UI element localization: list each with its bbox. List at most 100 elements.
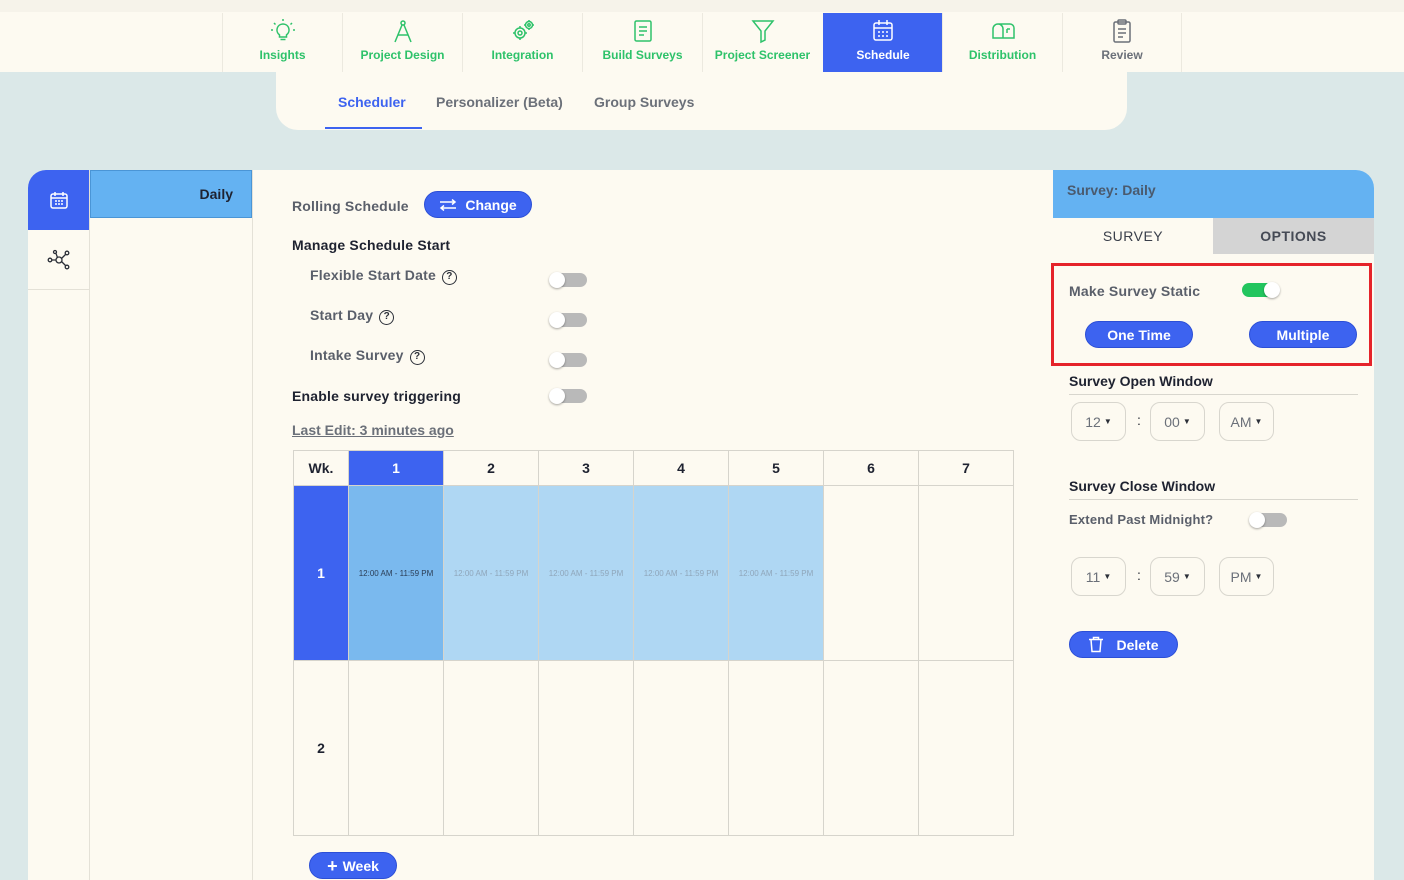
schedule-slot[interactable]: 12:00 AM - 11:59 PM xyxy=(633,485,729,661)
schedule-panel: Rolling Schedule Change Manage Schedule … xyxy=(253,170,1053,880)
network-icon xyxy=(47,249,69,269)
nav-integration[interactable]: Integration xyxy=(462,13,582,72)
filter-icon xyxy=(750,20,775,44)
survey-list-item-daily[interactable]: Daily xyxy=(90,170,252,218)
calendar-icon xyxy=(49,192,68,209)
help-icon[interactable]: ? xyxy=(379,310,395,325)
change-button-label: Change xyxy=(465,196,517,213)
help-icon[interactable]: ? xyxy=(409,350,425,365)
schedule-slot[interactable]: 12:00 AM - 11:59 PM xyxy=(348,485,444,661)
enable-survey-triggering-toggle[interactable] xyxy=(549,388,587,404)
survey-settings-panel: Survey: Daily SURVEY OPTIONS Make Survey… xyxy=(1051,170,1374,880)
tab-scheduler[interactable]: Scheduler xyxy=(338,94,406,110)
nav-schedule[interactable]: Schedule xyxy=(823,13,943,72)
day-header[interactable]: 7 xyxy=(918,450,1014,486)
empty-slot[interactable] xyxy=(918,660,1014,836)
open-ampm-select[interactable]: AM ▼ xyxy=(1219,402,1274,441)
delete-button[interactable]: Delete xyxy=(1069,631,1178,658)
swap-arrows-icon xyxy=(440,198,457,211)
one-time-button[interactable]: One Time xyxy=(1085,321,1193,348)
plus-icon: + xyxy=(327,855,338,876)
tab-group-surveys[interactable]: Group Surveys xyxy=(594,94,694,110)
nav-project-design-label: Project Design xyxy=(360,48,445,62)
open-hour-value: 12 xyxy=(1085,413,1101,430)
close-minute-select[interactable]: 59 ▼ xyxy=(1150,557,1205,596)
open-hour-select[interactable]: 12 ▼ xyxy=(1071,402,1126,441)
nav-insights[interactable]: Insights xyxy=(222,13,342,72)
close-ampm-select[interactable]: PM ▼ xyxy=(1219,557,1274,596)
multiple-button[interactable]: Multiple xyxy=(1249,321,1357,348)
nav-project-screener[interactable]: Project Screener xyxy=(702,13,822,72)
rail-network-button[interactable] xyxy=(28,230,89,290)
day-header[interactable]: 1 xyxy=(348,450,444,486)
week-label[interactable]: 1 xyxy=(293,485,349,661)
close-hour-select[interactable]: 11 ▼ xyxy=(1071,557,1126,596)
trash-icon xyxy=(1089,636,1104,653)
change-button[interactable]: Change xyxy=(424,191,532,218)
add-week-label: Week xyxy=(342,857,379,874)
flexible-start-date-label: Flexible Start Date? xyxy=(310,267,457,285)
grid-header-row: Wk. 1 2 3 4 5 6 7 xyxy=(293,450,1014,486)
tab-options[interactable]: OPTIONS xyxy=(1213,218,1374,254)
day-header[interactable]: 4 xyxy=(633,450,729,486)
calendar-icon xyxy=(873,20,893,41)
rolling-schedule-label: Rolling Schedule xyxy=(292,198,409,214)
week-column-header: Wk. xyxy=(293,450,349,486)
last-edit-link[interactable]: Last Edit: 3 minutes ago xyxy=(292,422,454,438)
schedule-slot[interactable]: 12:00 AM - 11:59 PM xyxy=(443,485,539,661)
caret-down-icon: ▼ xyxy=(1254,417,1263,426)
empty-slot[interactable] xyxy=(728,660,824,836)
lightbulb-icon xyxy=(270,19,295,41)
add-week-button[interactable]: + Week xyxy=(309,852,397,879)
empty-slot[interactable] xyxy=(348,660,444,836)
nav-build-surveys[interactable]: Build Surveys xyxy=(582,13,702,72)
survey-panel-title: Survey: Daily xyxy=(1053,170,1374,218)
nav-project-screener-label: Project Screener xyxy=(714,48,811,62)
schedule-slot[interactable]: 12:00 AM - 11:59 PM xyxy=(728,485,824,661)
close-hour-value: 11 xyxy=(1085,568,1101,585)
grid-week-row: 2 xyxy=(293,660,1014,836)
empty-slot[interactable] xyxy=(443,660,539,836)
clipboard-icon xyxy=(1113,19,1131,43)
nav-integration-label: Integration xyxy=(491,48,554,62)
tab-survey[interactable]: SURVEY xyxy=(1053,218,1213,254)
nav-schedule-label: Schedule xyxy=(856,48,910,62)
empty-slot[interactable] xyxy=(633,660,729,836)
flexible-start-date-text: Flexible Start Date xyxy=(310,267,436,283)
nav-project-design[interactable]: Project Design xyxy=(342,13,462,72)
week-label[interactable]: 2 xyxy=(293,660,349,836)
compass-icon xyxy=(393,20,412,43)
day-header[interactable]: 2 xyxy=(443,450,539,486)
mailbox-icon xyxy=(991,23,1015,39)
start-day-toggle[interactable] xyxy=(549,312,587,328)
flexible-start-date-toggle[interactable] xyxy=(549,272,587,288)
time-separator: : xyxy=(1137,412,1141,428)
nav-review-label: Review xyxy=(1101,48,1143,62)
gears-icon xyxy=(512,20,534,40)
rail-calendar-button[interactable] xyxy=(28,170,89,230)
empty-slot[interactable] xyxy=(823,660,919,836)
day-header[interactable]: 3 xyxy=(538,450,634,486)
nav-review[interactable]: Review xyxy=(1062,13,1182,72)
delete-button-label: Delete xyxy=(1116,636,1159,653)
extend-past-midnight-toggle[interactable] xyxy=(1249,512,1287,528)
empty-slot[interactable] xyxy=(823,485,919,661)
enable-survey-triggering-label: Enable survey triggering xyxy=(292,388,461,404)
empty-slot[interactable] xyxy=(918,485,1014,661)
survey-list: Daily xyxy=(90,170,253,880)
day-header[interactable]: 5 xyxy=(728,450,824,486)
start-day-text: Start Day xyxy=(310,307,374,323)
intake-survey-text: Intake Survey xyxy=(310,347,404,363)
open-minute-select[interactable]: 00 ▼ xyxy=(1150,402,1205,441)
schedule-slot[interactable]: 12:00 AM - 11:59 PM xyxy=(538,485,634,661)
start-day-label: Start Day? xyxy=(310,307,395,325)
empty-slot[interactable] xyxy=(538,660,634,836)
tab-personalizer[interactable]: Personalizer (Beta) xyxy=(436,94,563,110)
day-header[interactable]: 6 xyxy=(823,450,919,486)
make-survey-static-toggle[interactable] xyxy=(1242,282,1280,298)
nav-distribution[interactable]: Distribution xyxy=(942,13,1062,72)
intake-survey-toggle[interactable] xyxy=(549,352,587,368)
open-minute-value: 00 xyxy=(1164,413,1180,430)
help-icon[interactable]: ? xyxy=(441,270,457,285)
intake-survey-label: Intake Survey? xyxy=(310,347,425,365)
